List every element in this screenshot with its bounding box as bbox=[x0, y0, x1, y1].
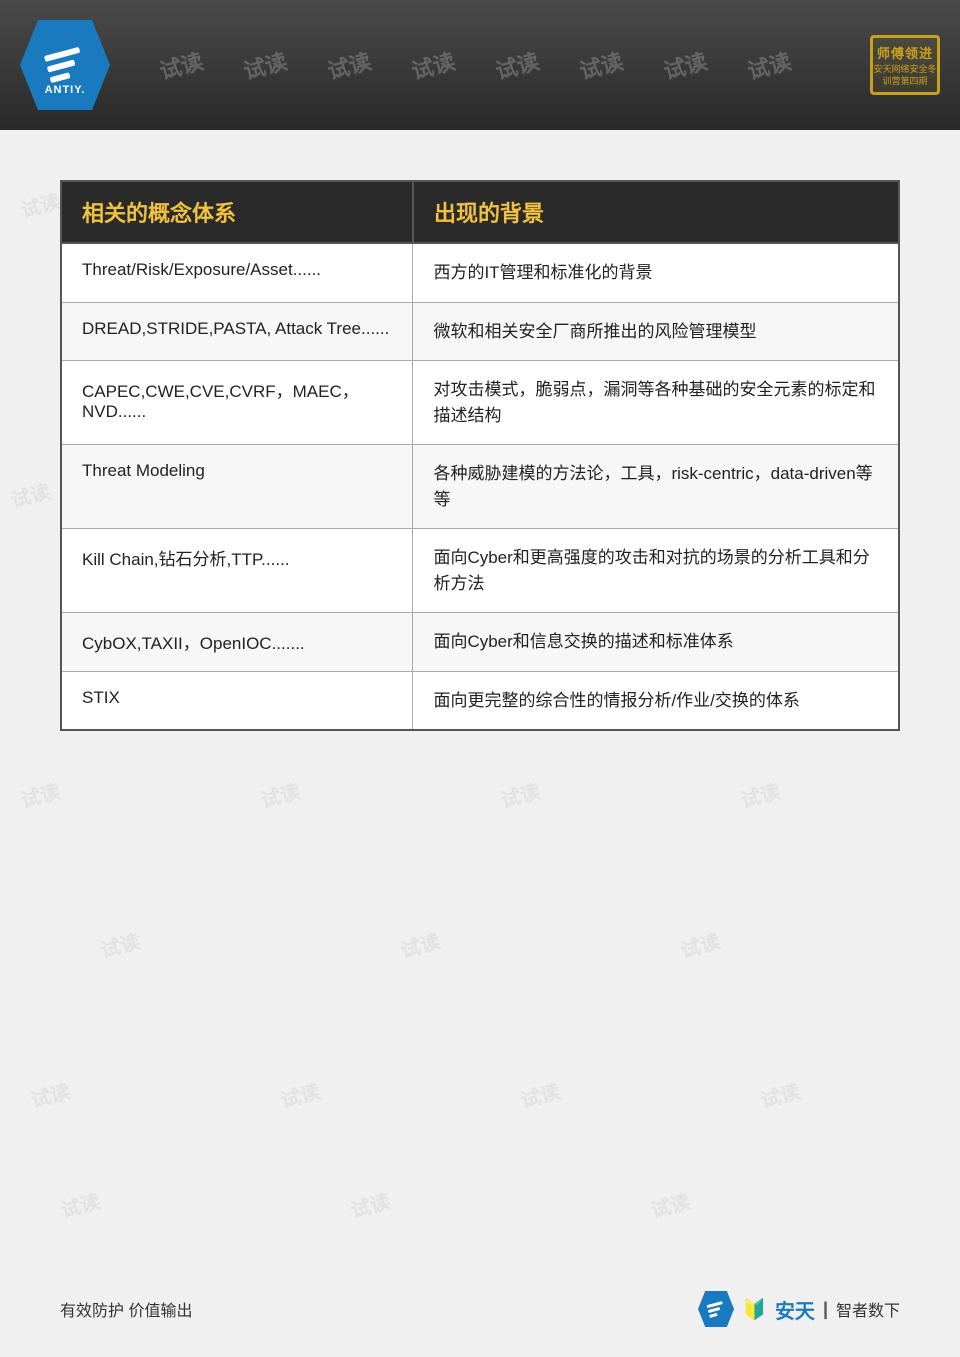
logo-line-2 bbox=[47, 60, 76, 73]
bwm-25: 试读 bbox=[27, 1075, 73, 1113]
bwm-27: 试读 bbox=[517, 1075, 563, 1113]
logo-text: ANTIY. bbox=[45, 84, 86, 96]
bwm-26: 试读 bbox=[277, 1075, 323, 1113]
footer-divider: | bbox=[823, 1299, 828, 1320]
bwm-20: 试读 bbox=[497, 775, 543, 813]
header-watermark-1: 试读 bbox=[156, 44, 207, 86]
table-row: CybOX,TAXII，OpenIOC.......面向Cyber和信息交换的描… bbox=[61, 613, 899, 672]
table-row: Kill Chain,钻石分析,TTP......面向Cyber和更高强度的攻击… bbox=[61, 529, 899, 613]
emblem-top-text: 师傅领进 bbox=[877, 43, 933, 62]
logo-line-1 bbox=[44, 47, 80, 62]
header-watermark-6: 试读 bbox=[576, 44, 627, 86]
header: ANTIY. 试读 试读 试读 试读 试读 试读 试读 试读 师傅领进 安天网络… bbox=[0, 0, 960, 130]
bwm-18: 试读 bbox=[17, 775, 63, 813]
bwm-30: 试读 bbox=[347, 1185, 393, 1223]
table-cell-left-0: Threat/Risk/Exposure/Asset...... bbox=[61, 243, 413, 302]
footer-logo-line-3 bbox=[709, 1312, 718, 1317]
bwm-31: 试读 bbox=[647, 1185, 693, 1223]
bwm-29: 试读 bbox=[57, 1185, 103, 1223]
antiy-logo: ANTIY. bbox=[20, 20, 110, 110]
logo-line-3 bbox=[50, 72, 71, 83]
bwm-21: 试读 bbox=[737, 775, 783, 813]
table-cell-left-1: DREAD,STRIDE,PASTA, Attack Tree...... bbox=[61, 302, 413, 361]
emblem-bottom-text: 安天网络安全冬训营第四期 bbox=[873, 64, 937, 87]
bwm-23: 试读 bbox=[397, 925, 443, 963]
footer-tagline: 智者数下 bbox=[836, 1297, 900, 1321]
table-cell-right-5: 面向Cyber和信息交换的描述和标准体系 bbox=[413, 613, 899, 672]
table-row: STIX面向更完整的综合性的情报分析/作业/交换的体系 bbox=[61, 671, 899, 730]
table-cell-right-3: 各种威胁建模的方法论，工具，risk-centric，data-driven等等 bbox=[413, 445, 899, 529]
bwm-28: 试读 bbox=[757, 1075, 803, 1113]
table-cell-left-5: CybOX,TAXII，OpenIOC....... bbox=[61, 613, 413, 672]
col2-header: 出现的背景 bbox=[413, 181, 899, 243]
table-row: Threat Modeling各种威胁建模的方法论，工具，risk-centri… bbox=[61, 445, 899, 529]
header-watermark-2: 试读 bbox=[240, 44, 291, 86]
table-cell-right-0: 西方的IT管理和标准化的背景 bbox=[413, 243, 899, 302]
col1-header: 相关的概念体系 bbox=[61, 181, 413, 243]
footer-logo-line-1 bbox=[707, 1301, 723, 1308]
footer-brand-text: 🔰 bbox=[742, 1297, 767, 1322]
footer-logo-lines bbox=[707, 1301, 726, 1318]
footer: 有效防护 价值输出 🔰 安天 | 智者数下 bbox=[0, 1291, 960, 1327]
footer-brand: 安天 bbox=[775, 1295, 815, 1324]
table-cell-right-2: 对攻击模式，脆弱点，漏洞等各种基础的安全元素的标定和描述结构 bbox=[413, 361, 899, 445]
table-row: Threat/Risk/Exposure/Asset......西方的IT管理和… bbox=[61, 243, 899, 302]
table-cell-left-3: Threat Modeling bbox=[61, 445, 413, 529]
table-cell-left-2: CAPEC,CWE,CVE,CVRF，MAEC，NVD...... bbox=[61, 361, 413, 445]
footer-right: 🔰 安天 | 智者数下 bbox=[698, 1291, 900, 1327]
footer-left-text: 有效防护 价值输出 bbox=[60, 1297, 192, 1321]
header-watermark-area: 试读 试读 试读 试读 试读 试读 试读 试读 bbox=[110, 49, 840, 81]
bwm-22: 试读 bbox=[97, 925, 143, 963]
header-right-emblem: 师傅领进 安天网络安全冬训营第四期 bbox=[840, 25, 940, 105]
bwm-19: 试读 bbox=[257, 775, 303, 813]
table-cell-right-1: 微软和相关安全厂商所推出的风险管理模型 bbox=[413, 302, 899, 361]
footer-logo-box bbox=[698, 1291, 734, 1327]
table-row: CAPEC,CWE,CVE,CVRF，MAEC，NVD......对攻击模式，脆… bbox=[61, 361, 899, 445]
table-row: DREAD,STRIDE,PASTA, Attack Tree......微软和… bbox=[61, 302, 899, 361]
table-cell-right-4: 面向Cyber和更高强度的攻击和对抗的场景的分析工具和分析方法 bbox=[413, 529, 899, 613]
header-watermark-5: 试读 bbox=[492, 44, 543, 86]
header-watermark-4: 试读 bbox=[408, 44, 459, 86]
table-cell-left-6: STIX bbox=[61, 671, 413, 730]
emblem-box: 师傅领进 安天网络安全冬训营第四期 bbox=[870, 35, 940, 95]
header-watermark-3: 试读 bbox=[324, 44, 375, 86]
table-cell-right-6: 面向更完整的综合性的情报分析/作业/交换的体系 bbox=[413, 671, 899, 730]
bwm-24: 试读 bbox=[677, 925, 723, 963]
main-content: 相关的概念体系 出现的背景 Threat/Risk/Exposure/Asset… bbox=[0, 130, 960, 761]
logo-lines bbox=[44, 47, 86, 83]
header-watermark-8: 试读 bbox=[744, 44, 795, 86]
concepts-table: 相关的概念体系 出现的背景 Threat/Risk/Exposure/Asset… bbox=[60, 180, 900, 731]
header-watermark-7: 试读 bbox=[660, 44, 711, 86]
table-cell-left-4: Kill Chain,钻石分析,TTP...... bbox=[61, 529, 413, 613]
